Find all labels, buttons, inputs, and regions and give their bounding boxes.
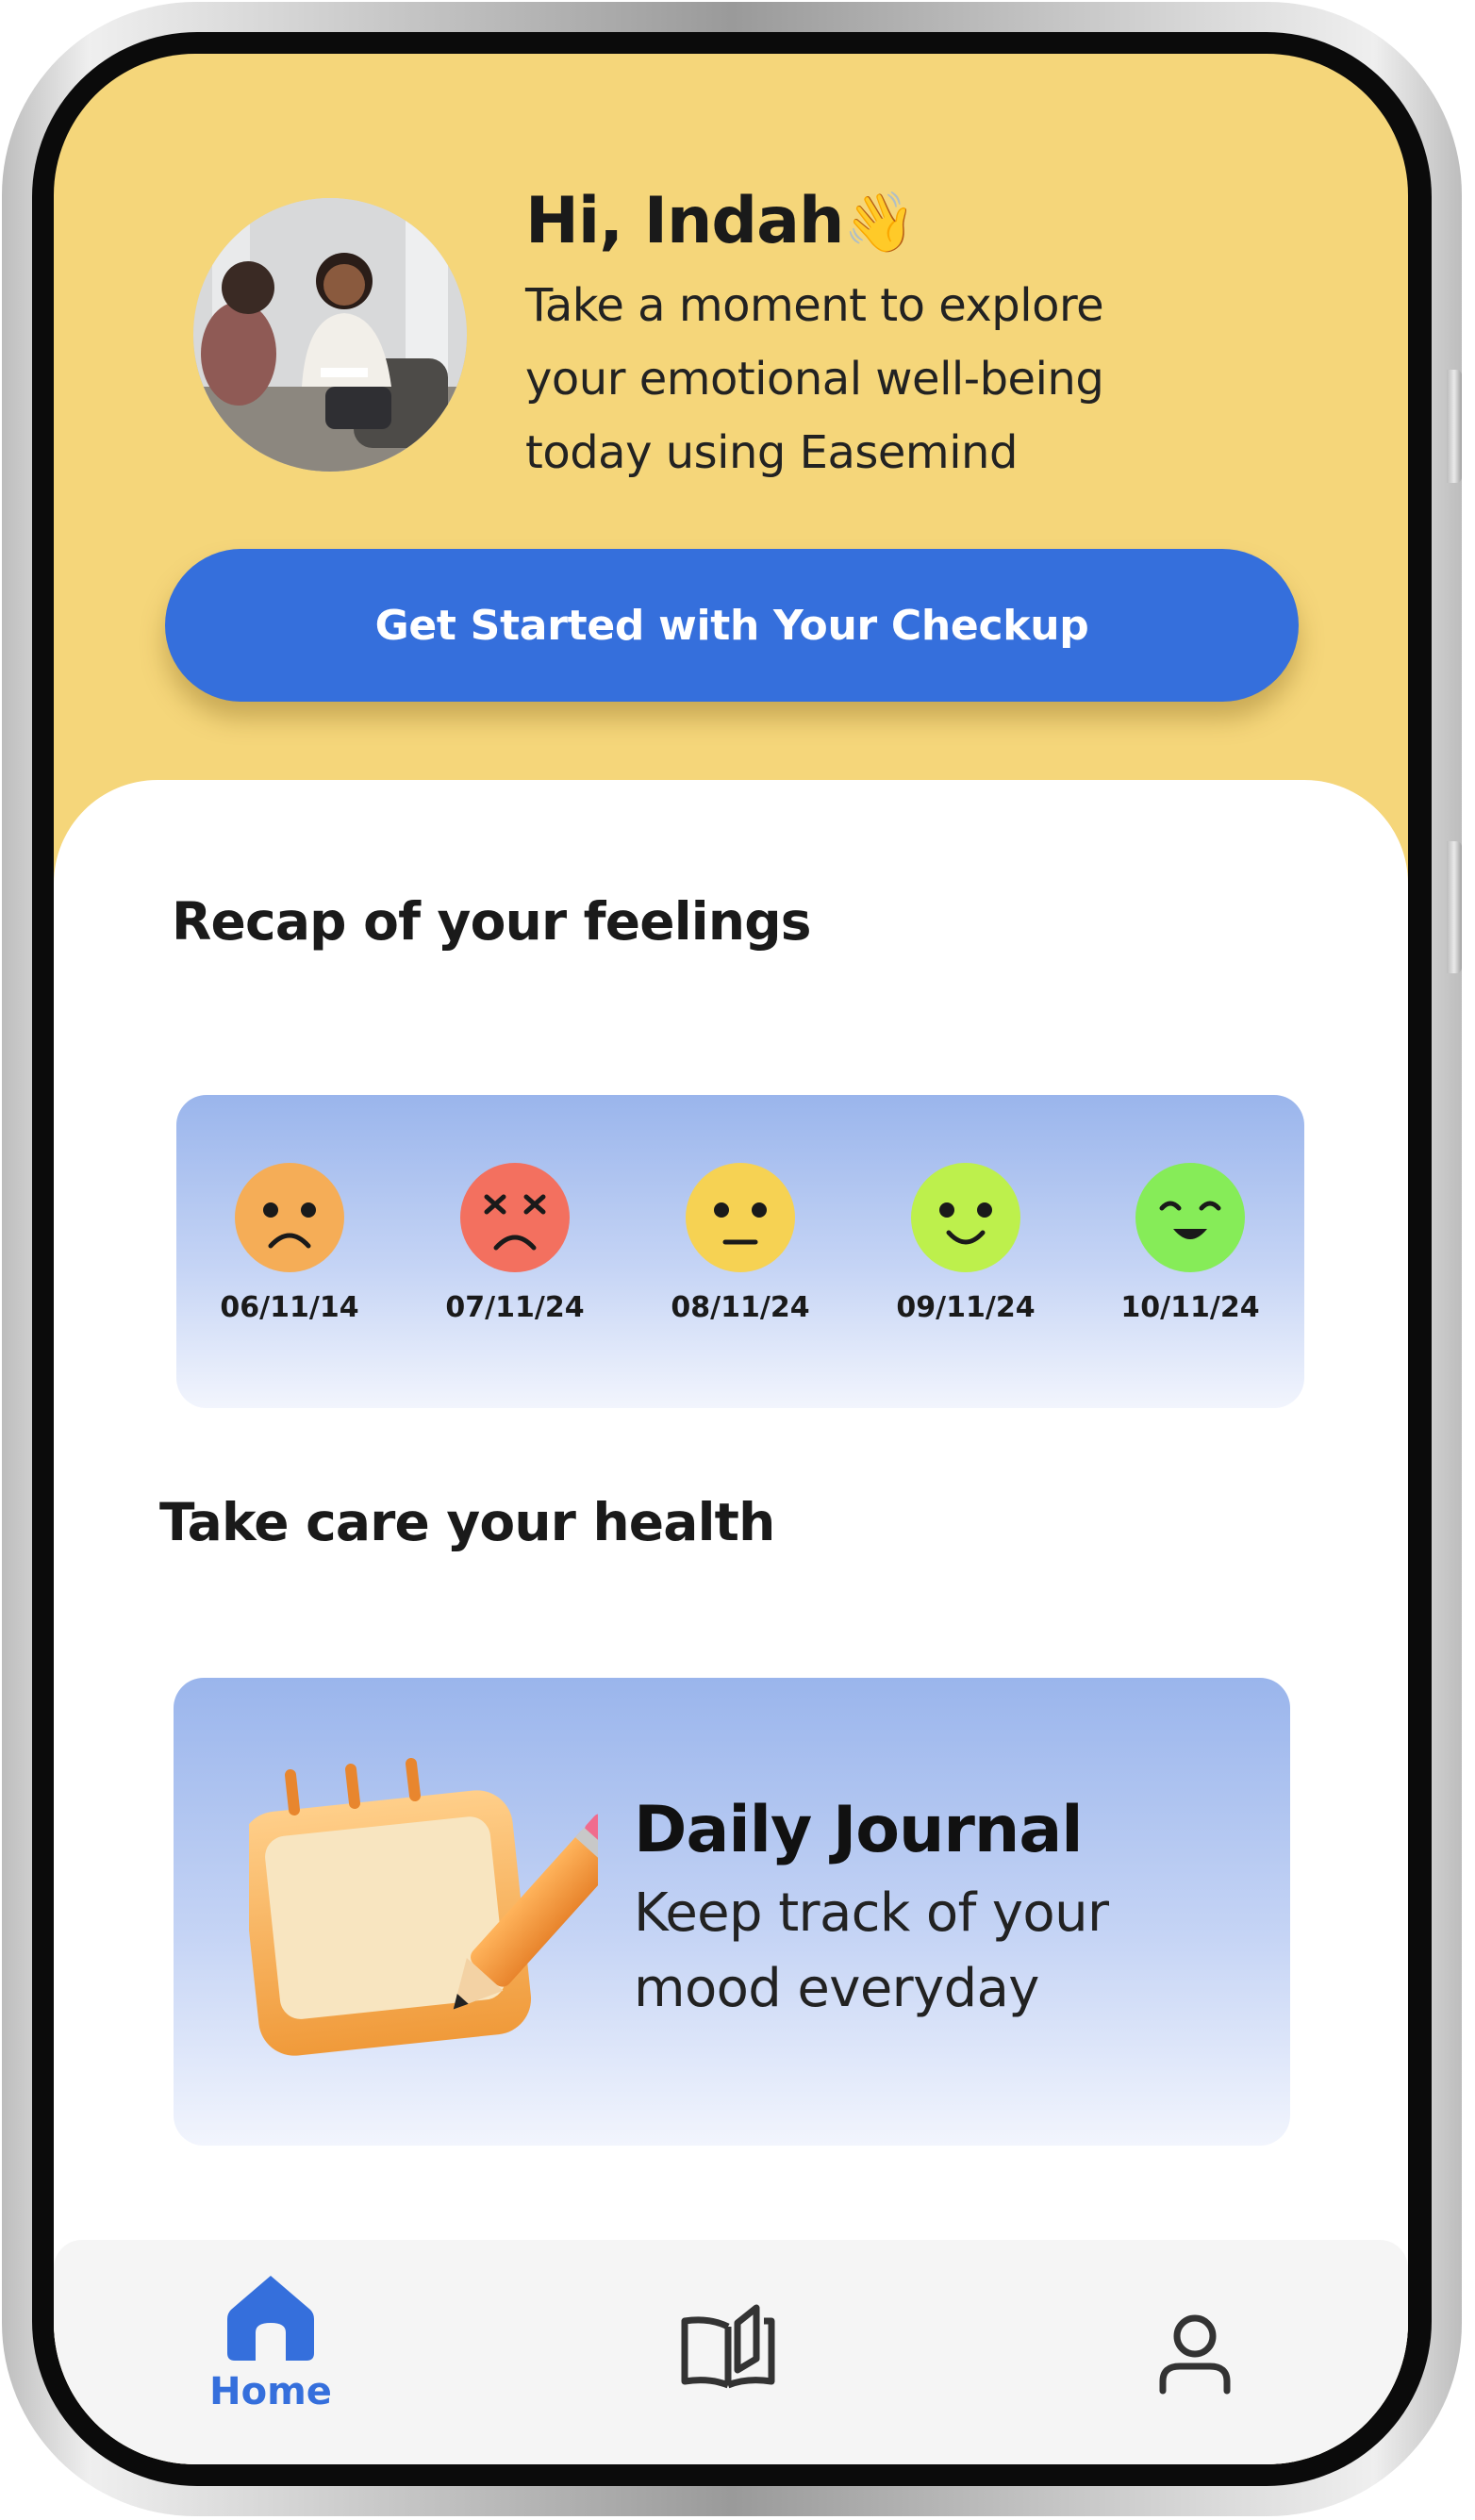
mood-entry[interactable]: 07/11/24 xyxy=(435,1163,595,1324)
therapist-photo xyxy=(193,198,467,472)
nav-profile[interactable] xyxy=(1152,2313,1237,2398)
greeting-text: Hi, Indah xyxy=(525,184,844,258)
mood-date: 07/11/24 xyxy=(445,1291,585,1324)
app-screen: Hi, Indah👋 Take a moment to explore your… xyxy=(54,54,1408,2464)
daily-journal-card[interactable]: Daily Journal Keep track of your mood ev… xyxy=(174,1678,1290,2146)
profile-icon xyxy=(1159,2314,1231,2395)
mood-entry[interactable]: 06/11/14 xyxy=(209,1163,370,1324)
nav-home[interactable]: Home xyxy=(200,2270,341,2413)
smile-face-icon xyxy=(911,1163,1020,1272)
recap-title: Recap of your feelings xyxy=(172,891,812,952)
mood-recap-card: 06/11/14 07/11/24 08/11/24 09/11/24 10/1… xyxy=(176,1095,1304,1408)
bottom-nav: Home xyxy=(54,2240,1408,2464)
mood-date: 06/11/14 xyxy=(220,1291,359,1324)
calendar-pencil-icon xyxy=(249,1758,598,2056)
mood-date: 09/11/24 xyxy=(896,1291,1036,1324)
dizzy-face-icon xyxy=(460,1163,570,1272)
phone-side-button xyxy=(1447,841,1462,973)
avatar xyxy=(193,198,467,472)
wave-icon: 👋 xyxy=(843,188,916,257)
neutral-face-icon xyxy=(686,1163,795,1272)
greeting-title: Hi, Indah👋 xyxy=(525,184,917,258)
phone-side-button xyxy=(1447,370,1462,483)
book-icon xyxy=(681,2304,775,2389)
mood-date: 10/11/24 xyxy=(1120,1291,1260,1324)
mood-entry[interactable]: 10/11/24 xyxy=(1110,1163,1270,1324)
journal-description: Keep track of your mood everyday xyxy=(634,1882,1109,2019)
happy-face-icon xyxy=(1135,1163,1245,1272)
intro-text: Take a moment to explore your emotional … xyxy=(525,279,1104,479)
content-sheet: Recap of your feelings 06/11/14 07/11/24… xyxy=(54,780,1408,2464)
mood-date: 08/11/24 xyxy=(671,1291,810,1324)
nav-home-label: Home xyxy=(209,2370,332,2413)
sad-face-icon xyxy=(235,1163,344,1272)
nav-journal[interactable] xyxy=(676,2304,780,2398)
mood-entry[interactable]: 08/11/24 xyxy=(660,1163,820,1324)
health-title: Take care your health xyxy=(159,1492,775,1552)
get-started-button[interactable]: Get Started with Your Checkup xyxy=(165,549,1299,702)
journal-title: Daily Journal xyxy=(634,1793,1084,1867)
home-icon xyxy=(227,2276,314,2361)
mood-entry[interactable]: 09/11/24 xyxy=(886,1163,1046,1324)
